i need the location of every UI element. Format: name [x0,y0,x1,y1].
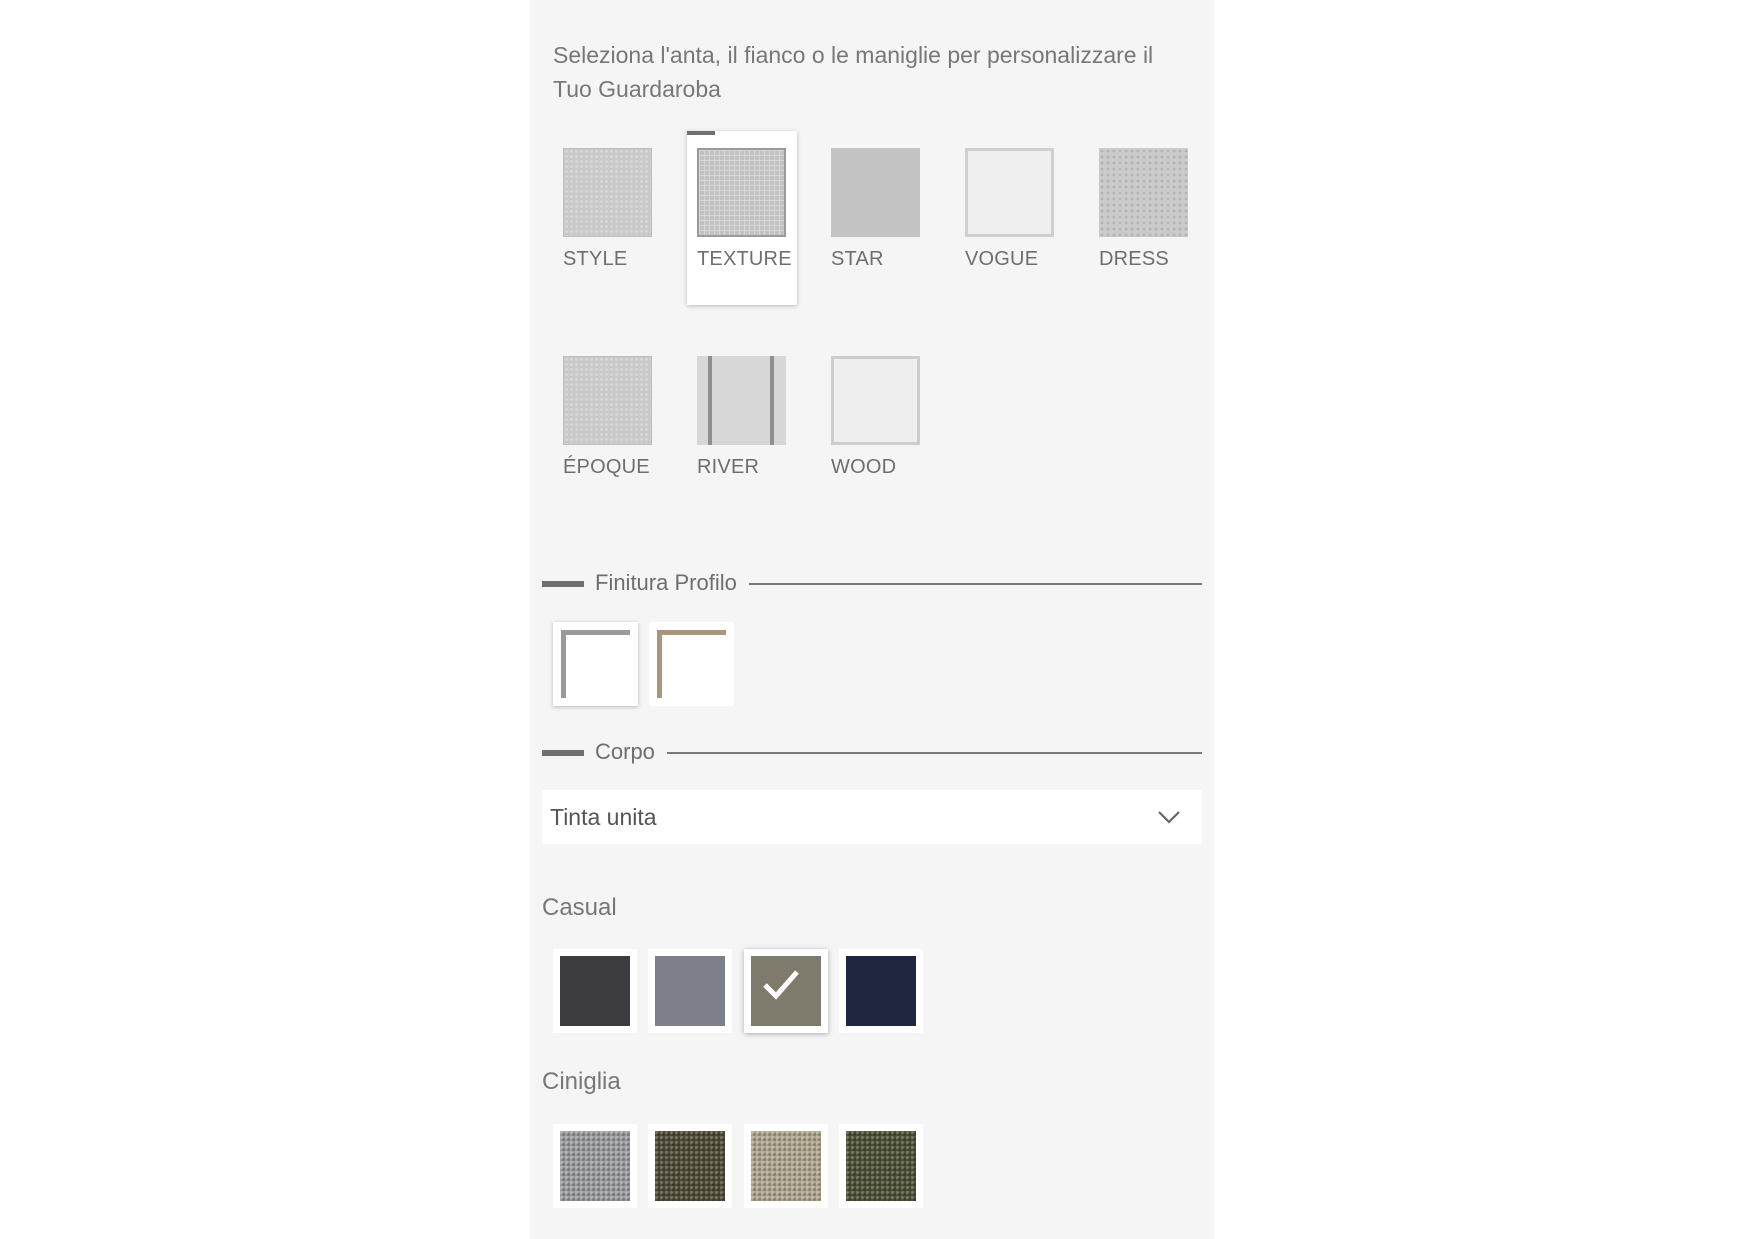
body-header: Corpo [542,737,1202,767]
profile-option-bronze[interactable] [649,622,734,706]
door-style-dress[interactable]: DRESS [1089,131,1199,305]
door-style-epoque[interactable]: ÉPOQUE [553,339,663,513]
door-style-label: RIVER [697,456,760,478]
fabric-swatch[interactable] [648,1124,732,1208]
door-style-texture[interactable]: TEXTURE [687,131,797,305]
door-style-thumbnail [563,148,652,237]
door-style-label: STAR [831,248,884,270]
fabric-swatch[interactable] [839,949,923,1033]
checkmark-icon [763,970,799,1000]
door-style-thumbnail [831,356,920,445]
door-style-wood[interactable]: WOOD [821,339,931,513]
swatch-color [560,956,630,1026]
swatch-color [846,956,916,1026]
door-style-label: TEXTURE [697,248,792,270]
fabric-swatch[interactable] [839,1124,923,1208]
door-style-label: DRESS [1099,248,1169,270]
section-marker [542,750,584,756]
door-style-thumbnail [1099,148,1188,237]
swatch-color [846,1131,916,1201]
door-style-thumbnail [965,148,1054,237]
ciniglia-group-title: Ciniglia [542,1068,621,1095]
body-title: Corpo [595,737,667,767]
door-style-label: STYLE [563,248,628,270]
body-finish-dropdown[interactable]: Tinta unita [542,790,1202,844]
fabric-swatch[interactable] [648,949,732,1033]
door-style-thumbnail [697,148,786,237]
dropdown-value: Tinta unita [550,804,657,830]
intro-text: Seleziona l'anta, il fianco o le manigli… [553,42,1154,102]
door-style-label: WOOD [831,456,897,478]
door-style-thumbnail [563,356,652,445]
section-marker [542,581,584,587]
door-style-river[interactable]: RIVER [687,339,797,513]
profile-option-silver[interactable] [553,622,638,706]
profile-corner-side [561,630,566,698]
profile-corner-top [561,630,630,635]
door-style-thumbnail [831,148,920,237]
swatch-color [655,1131,725,1201]
section-divider [595,752,1202,754]
swatch-color [655,956,725,1026]
profile-corner-top [657,630,726,635]
door-style-star[interactable]: STAR [821,131,931,305]
profile-corner-side [657,630,662,698]
fabric-swatch[interactable] [553,1124,637,1208]
door-style-style[interactable]: STYLE [553,131,663,305]
profile-finish-header: Finitura Profilo [542,568,1202,598]
door-style-thumbnail [697,356,786,445]
fabric-swatch[interactable] [744,1124,828,1208]
fabric-swatch[interactable] [553,949,637,1033]
door-style-label: ÉPOQUE [563,456,650,478]
casual-group-title: Casual [542,894,617,921]
fabric-swatch-selected[interactable] [744,949,828,1033]
profile-finish-title: Finitura Profilo [595,568,749,598]
swatch-color [751,1131,821,1201]
door-style-label: VOGUE [965,248,1039,270]
configurator-panel: Seleziona l'anta, il fianco o le manigli… [530,0,1214,1239]
chevron-down-icon [1158,811,1180,824]
door-style-vogue[interactable]: VOGUE [955,131,1065,305]
swatch-color [560,1131,630,1201]
